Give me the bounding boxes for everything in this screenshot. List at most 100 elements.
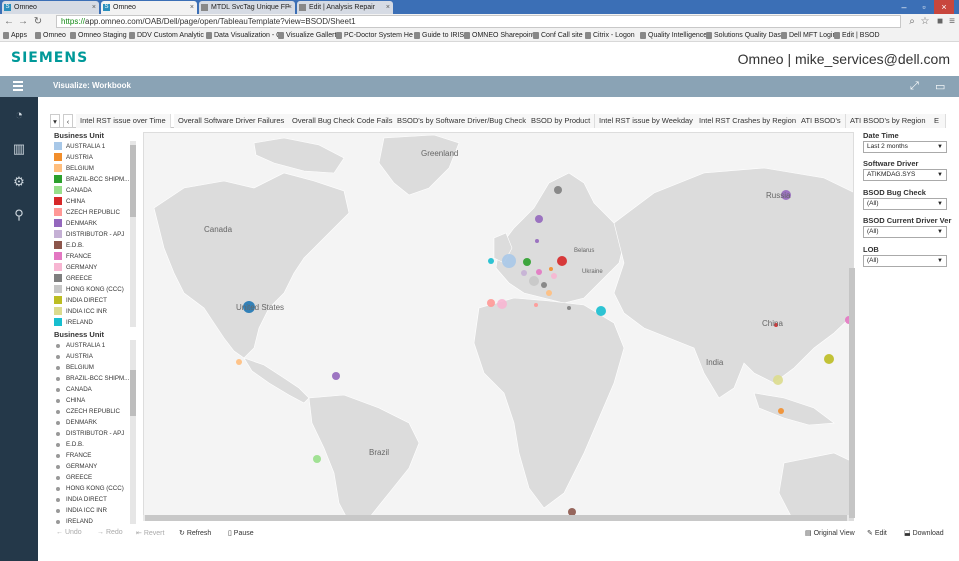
tabs-menu-icon[interactable]: ▾ <box>50 114 60 128</box>
download-button[interactable]: ⬓ Download <box>904 529 944 537</box>
map-marker[interactable] <box>535 239 539 243</box>
bookmark-apps[interactable]: Apps <box>3 30 27 41</box>
map-marker[interactable] <box>521 270 527 276</box>
extension-icon[interactable]: ■ <box>934 16 946 27</box>
tab-ati-bsods-region[interactable]: ATI BSOD's by Region <box>846 114 931 128</box>
bookmark-solutions[interactable]: Solutions Quality Das <box>706 30 781 41</box>
bookmark-pc-doctor[interactable]: PC-Doctor System He <box>336 30 413 41</box>
close-window-icon[interactable]: × <box>934 0 954 14</box>
bookmark-data-viz[interactable]: Data Visualization - C <box>206 30 281 41</box>
user-icon[interactable]: ⚲ <box>11 207 27 223</box>
tab-overflow[interactable]: E <box>930 114 946 128</box>
map-marker[interactable] <box>535 215 543 223</box>
bsod-bug-check-dropdown[interactable]: (All) ▼ <box>863 198 947 210</box>
monitor-icon[interactable]: ▭ <box>935 80 945 93</box>
redo-button[interactable]: → Redo <box>97 529 123 536</box>
close-icon[interactable]: × <box>92 1 96 14</box>
gears-icon[interactable]: ⚙ <box>11 174 27 190</box>
bookmark-omneo-staging[interactable]: Omneo Staging <box>70 30 127 41</box>
dashboard-gauge-icon[interactable]: ◔ <box>11 107 27 123</box>
map-vscroll-thumb[interactable] <box>849 268 855 518</box>
legend-scroll-thumb[interactable] <box>130 145 136 217</box>
hamburger-menu-icon[interactable] <box>13 81 23 91</box>
map-marker[interactable] <box>536 269 542 275</box>
tab-overall-software-driver[interactable]: Overall Software Driver Failures <box>174 114 290 128</box>
maximize-icon[interactable]: ▫ <box>914 0 934 14</box>
pause-button[interactable]: ▯ Pause <box>228 529 254 537</box>
map-marker[interactable] <box>236 359 242 365</box>
tab-ati-bsods[interactable]: ATI BSOD's <box>797 114 846 128</box>
browser-tab-omneo-2[interactable]: S Omneo × <box>101 1 197 14</box>
map-marker[interactable] <box>529 276 539 286</box>
map-marker[interactable] <box>541 282 547 288</box>
map-hscroll-thumb[interactable] <box>145 515 847 521</box>
browser-tab-omneo-1[interactable]: S Omneo × <box>2 1 99 14</box>
map-marker[interactable] <box>551 273 557 279</box>
bookmark-dell-mft[interactable]: Dell MFT Login <box>781 30 836 41</box>
zoom-icon[interactable]: ⌕ <box>906 16 918 27</box>
browser-tab-mtdl[interactable]: MTDL SvcTag Unique FP × <box>199 1 295 14</box>
bookmark-star-icon[interactable]: ☆ <box>919 16 931 27</box>
bookmark-visualize[interactable]: Visualize Gallert <box>278 30 336 41</box>
back-arrow-icon[interactable]: ← <box>3 16 15 27</box>
bookmark-iris[interactable]: Guide to IRIS <box>414 30 464 41</box>
refresh-button[interactable]: ↻ Refresh <box>179 529 211 537</box>
tab-overall-bug-check[interactable]: Overall Bug Check Code Fails <box>288 114 398 128</box>
map-marker[interactable] <box>534 303 538 307</box>
bookmark-citrix[interactable]: Citrix - Logon <box>585 30 635 41</box>
map-marker[interactable] <box>502 254 516 268</box>
map-marker[interactable] <box>773 375 783 385</box>
map-horizontal-scrollbar[interactable] <box>143 515 849 521</box>
filter-scroll-thumb[interactable] <box>130 370 136 416</box>
map-marker[interactable] <box>546 290 552 296</box>
tabs-prev-icon[interactable]: ‹ <box>63 114 73 128</box>
map-marker[interactable] <box>497 299 507 309</box>
bookmark-sharepoint[interactable]: OMNEO Sharepoint <box>464 30 534 41</box>
map-marker[interactable] <box>567 306 571 310</box>
map-vertical-scrollbar[interactable] <box>849 268 855 518</box>
bsod-driver-ver-dropdown[interactable]: (All) ▼ <box>863 226 947 238</box>
close-icon[interactable]: × <box>288 1 292 14</box>
bookmark-edit-bsod[interactable]: Edit | BSOD <box>834 30 880 41</box>
bookmark-omneo[interactable]: Omneo <box>35 30 66 41</box>
world-map[interactable]: Greenland Canada United States Russia Be… <box>143 132 854 521</box>
map-marker[interactable] <box>596 306 606 316</box>
bar-chart-icon[interactable]: ▥ <box>11 141 27 157</box>
legend-scrollbar[interactable] <box>130 141 136 327</box>
map-marker[interactable] <box>549 267 553 271</box>
map-marker[interactable] <box>778 408 784 414</box>
bookmark-ddv[interactable]: DDV Custom Analytic <box>129 30 204 41</box>
chrome-menu-icon[interactable]: ≡ <box>946 16 958 27</box>
forward-arrow-icon[interactable]: → <box>17 16 29 27</box>
minimize-icon[interactable]: – <box>894 0 914 14</box>
map-marker[interactable] <box>313 455 321 463</box>
map-marker[interactable] <box>487 299 495 307</box>
edit-button[interactable]: ✎ Edit <box>867 529 887 537</box>
map-marker[interactable] <box>488 258 494 264</box>
software-driver-dropdown[interactable]: ATIKMDAG.SYS ▼ <box>863 169 947 181</box>
undo-button[interactable]: ← Undo <box>56 529 82 536</box>
tab-bsod-by-product[interactable]: BSOD by Product <box>527 114 596 128</box>
revert-button[interactable]: ⇤ Revert <box>136 529 164 537</box>
map-marker[interactable] <box>332 372 340 380</box>
close-icon[interactable]: × <box>386 1 390 14</box>
bookmark-conf-call[interactable]: Conf Call site <box>533 30 583 41</box>
tab-intel-rst-weekday[interactable]: Intel RST issue by Weekday <box>595 114 698 128</box>
tab-bsod-by-driver[interactable]: BSOD's by Software Driver/Bug Check <box>393 114 531 128</box>
reload-icon[interactable]: ↻ <box>32 16 44 27</box>
browser-tab-edit-analysis[interactable]: Edit | Analysis Repair × <box>297 1 393 14</box>
fullscreen-icon[interactable]: ⤢ <box>910 80 919 93</box>
close-icon[interactable]: × <box>190 1 194 14</box>
map-marker[interactable] <box>554 186 562 194</box>
date-time-dropdown[interactable]: Last 2 months ▼ <box>863 141 947 153</box>
map-marker[interactable] <box>523 258 531 266</box>
lob-dropdown[interactable]: (All) ▼ <box>863 255 947 267</box>
map-marker[interactable] <box>557 256 567 266</box>
url-input[interactable]: https://app.omneo.com/OAB/Dell/page/open… <box>56 15 901 28</box>
filter-scrollbar[interactable] <box>130 340 136 525</box>
map-marker[interactable] <box>824 354 834 364</box>
original-view-button[interactable]: ▤ Original View <box>805 529 855 537</box>
tab-intel-rst-over-time[interactable]: Intel RST issue over Time <box>76 114 171 128</box>
bookmark-quality[interactable]: Quality Intelligence <box>640 30 707 41</box>
tab-intel-rst-region[interactable]: Intel RST Crashes by Region <box>695 114 801 128</box>
